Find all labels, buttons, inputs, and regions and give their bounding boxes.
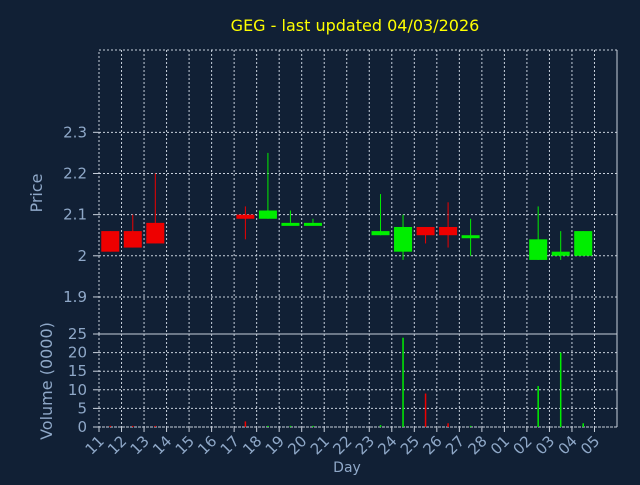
- candle: [101, 231, 120, 252]
- candle-body: [461, 235, 480, 239]
- candle-body: [551, 251, 570, 256]
- volume-bar: [289, 425, 292, 427]
- volume-tick-label: 0: [77, 418, 87, 436]
- volume-bar: [402, 337, 404, 427]
- volume-plot-frame: [98, 333, 618, 428]
- price-tick-label: 2.2: [63, 164, 87, 182]
- volume-bar: [132, 425, 134, 427]
- candle: [394, 214, 413, 260]
- candle-body: [303, 222, 322, 226]
- price-tick-label: 1.9: [63, 288, 87, 306]
- candle-body: [146, 222, 165, 244]
- candle-body: [394, 226, 413, 252]
- price-tick-label: 2.3: [63, 123, 87, 141]
- candle-body: [281, 222, 300, 226]
- candle-body: [529, 239, 548, 260]
- volume-bar: [109, 425, 112, 427]
- candle-body: [236, 214, 255, 219]
- candle-body: [123, 231, 142, 248]
- candle: [146, 173, 165, 244]
- volume-tick-label: 10: [68, 381, 87, 399]
- candle-body: [101, 231, 120, 252]
- candle: [439, 202, 458, 248]
- volume-tick-label: 5: [77, 399, 87, 417]
- volume-bar: [267, 425, 269, 427]
- volume-bar: [537, 386, 539, 427]
- volume-y-axis: 0510152025: [68, 325, 99, 436]
- candle: [416, 226, 435, 244]
- candle-body: [416, 226, 435, 236]
- day-tick-label: 05: [577, 432, 603, 458]
- price-tick-label: 2.1: [63, 206, 87, 224]
- price-grid: [98, 49, 618, 335]
- price-axis-label: Price: [27, 173, 46, 212]
- volume-bar: [582, 423, 584, 427]
- price-plot-frame: [98, 49, 618, 335]
- candle: [371, 194, 390, 236]
- candle: [461, 218, 480, 256]
- candle-body: [574, 231, 593, 256]
- x-axis-label: Day: [333, 460, 361, 476]
- volume-tick-label: 25: [68, 325, 87, 343]
- volume-bar: [447, 423, 449, 427]
- candle-body: [371, 231, 390, 236]
- candle: [123, 214, 142, 248]
- candle-body: [439, 226, 458, 236]
- candle-body: [258, 210, 277, 219]
- candle: [574, 231, 593, 256]
- volume-grid: [98, 333, 618, 428]
- volume-bar: [312, 425, 314, 427]
- candle: [281, 210, 300, 226]
- stock-chart: GEG - last updated 04/03/2026 1.9 2 2.1 2.2…: [27, 16, 618, 476]
- volume-bar: [379, 425, 382, 427]
- candle: [236, 206, 255, 240]
- volume-bar: [244, 421, 247, 427]
- candle: [258, 152, 277, 219]
- price-tick-label: 2: [77, 247, 87, 265]
- volume-tick-label: 20: [68, 344, 87, 362]
- candle: [303, 218, 322, 226]
- chart-title: GEG - last updated 04/03/2026: [231, 16, 480, 35]
- volume-axis-label: Volume (0000): [37, 322, 56, 440]
- volume-bar: [424, 393, 427, 427]
- volume-bar: [469, 425, 472, 427]
- volume-bar: [154, 425, 157, 427]
- candle: [551, 231, 570, 260]
- volume-bar: [559, 352, 562, 427]
- day-x-axis: 1112131415161718192021222324252627280102…: [82, 427, 603, 458]
- price-y-axis: 1.9 2 2.1 2.2 2.3: [63, 123, 99, 306]
- volume-tick-label: 15: [68, 362, 87, 380]
- chart-canvas: GEG - last updated 04/03/2026 1.9 2 2.1 2.2…: [0, 0, 640, 480]
